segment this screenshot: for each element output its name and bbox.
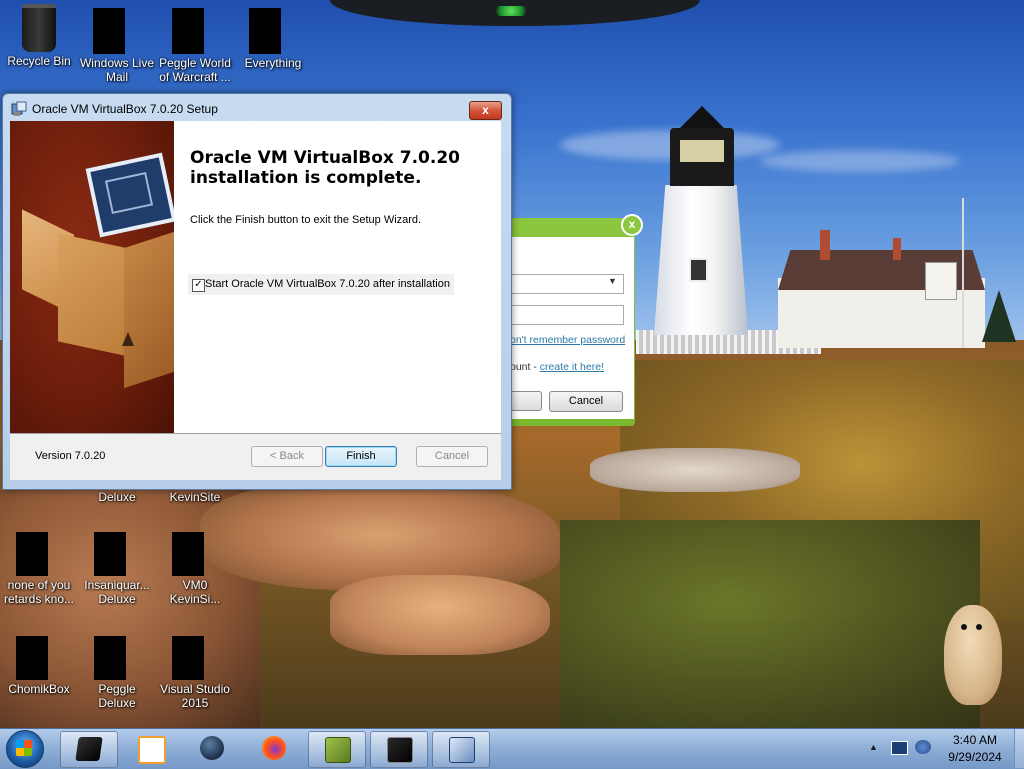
box-side — [124, 231, 174, 389]
monitor-app-icon — [387, 737, 413, 763]
cancel-button[interactable]: Cancel — [416, 446, 488, 467]
desktop-icon-label: Peggle World of Warcraft ... — [159, 56, 231, 84]
desktop-icon-label: Windows Live Mail — [79, 56, 155, 84]
lighthouse-window — [689, 258, 708, 282]
hamster-eye — [976, 624, 982, 630]
desktop-icon-label: Peggle Deluxe — [98, 682, 136, 710]
clock-time[interactable]: 3:40 AM — [940, 733, 1010, 747]
firefox-icon — [262, 736, 286, 760]
login-cancel-button[interactable]: Cancel — [549, 391, 623, 412]
hamster-desktop-pet[interactable] — [944, 605, 1002, 705]
account-select[interactable] — [510, 274, 624, 294]
recycle-bin-icon — [22, 4, 56, 52]
desktop-icon-none-of-you[interactable]: none of you retards kno... — [0, 532, 78, 606]
desktop-icon-label: Everything — [244, 56, 302, 70]
app-icon — [16, 532, 48, 576]
visual-studio-icon — [172, 636, 204, 680]
show-hidden-icons-icon[interactable]: ▲ — [869, 742, 878, 752]
media-player-icon — [138, 736, 166, 764]
close-icon[interactable]: x — [621, 214, 643, 236]
chevron-down-icon[interactable]: ▼ — [608, 276, 617, 286]
desktop-icon-label: ChomikBox — [8, 682, 70, 696]
volume-icon[interactable] — [915, 740, 931, 754]
hamster-eye — [961, 624, 967, 630]
windows-live-mail-icon — [93, 8, 125, 54]
wallpaper-cloud — [760, 150, 960, 172]
desktop-icon-label: Deluxe — [98, 490, 136, 504]
network-icon[interactable] — [891, 741, 908, 755]
setup-heading: Oracle VM VirtualBox 7.0.20 installation… — [190, 148, 460, 188]
wallpaper-flagpole — [962, 198, 964, 348]
desktop-icon-label: KevinSite — [169, 490, 221, 504]
start-after-install-label[interactable]: Start Oracle VM VirtualBox 7.0.20 after … — [205, 278, 450, 290]
desktop-icon-label: Visual Studio 2015 — [160, 682, 230, 710]
up-arrow-icon — [122, 332, 134, 346]
windows-logo-icon — [16, 740, 32, 756]
desktop-icon-recycle-bin[interactable]: Recycle Bin — [0, 4, 78, 68]
desktop-icon-visual-studio[interactable]: Visual Studio 2015 — [156, 636, 234, 710]
globe-icon — [200, 736, 224, 760]
wallpaper-chimney — [820, 230, 830, 260]
peggle-wow-icon — [172, 8, 204, 54]
taskbar-item-chomikbox[interactable] — [308, 731, 366, 768]
desktop-icon-label: Recycle Bin — [7, 54, 71, 68]
installer-icon — [449, 737, 475, 763]
forgot-password-link[interactable]: on't remember password — [510, 334, 628, 346]
clock-date[interactable]: 9/29/2024 — [940, 750, 1010, 764]
wallpaper-rocks — [200, 480, 560, 590]
desktop-icon-label: VM0 KevinSi... — [169, 578, 221, 606]
taskbar-item-globe[interactable] — [184, 731, 240, 766]
desktop-icon-vm0-kevinsite[interactable]: VM0 KevinSi... — [156, 532, 234, 606]
password-field[interactable] — [510, 305, 624, 325]
installer-icon — [11, 101, 27, 117]
taskbar-item-firefox[interactable] — [246, 731, 302, 766]
desktop-icon-windows-live-mail[interactable]: Windows Live Mail — [78, 8, 156, 84]
everything-icon — [249, 8, 281, 54]
create-account-link[interactable]: create it here! — [540, 361, 604, 373]
wallpaper-rocks — [590, 448, 800, 492]
chomikbox-icon — [325, 737, 351, 763]
lighthouse-lamp-glass — [680, 140, 724, 162]
taskbar-item-installer[interactable] — [432, 731, 490, 768]
desktop-icon-label: none of you retards kno... — [3, 578, 75, 606]
wallpaper-chimney — [893, 238, 901, 260]
chomikbox-icon — [16, 636, 48, 680]
wallpaper-grass — [560, 520, 980, 728]
vm-icon — [172, 532, 204, 576]
back-button[interactable]: < Back — [251, 446, 323, 467]
dark-app-icon — [75, 737, 103, 761]
taskbar-item-media-player[interactable] — [122, 731, 178, 766]
close-button[interactable]: x — [469, 101, 502, 120]
setup-description: Click the Finish button to exit the Setu… — [190, 214, 422, 226]
taskbar-item-dark-app[interactable] — [60, 731, 118, 768]
create-account-text: ount - create it here! — [510, 361, 630, 373]
desktop-icon-kevinsite[interactable]: KevinSite — [156, 490, 234, 504]
desktop-icon-peggle-wow[interactable]: Peggle World of Warcraft ... — [156, 8, 234, 84]
desktop-icon-peggle-deluxe[interactable]: Peggle Deluxe — [78, 636, 156, 710]
insaniquarium-icon — [94, 532, 126, 576]
show-desktop-button[interactable] — [1014, 729, 1024, 768]
desktop-icon-chomikbox[interactable]: ChomikBox — [0, 636, 78, 696]
login-button[interactable] — [510, 391, 542, 411]
start-after-install-checkbox[interactable]: ✓ — [192, 279, 205, 292]
gadget-indicator-icon — [496, 6, 526, 16]
peggle-deluxe-icon — [94, 636, 126, 680]
desktop-icon-insaniquarium[interactable]: Insaniquar... Deluxe — [78, 532, 156, 606]
wallpaper-dormer — [925, 262, 957, 300]
desktop-icon-deluxe[interactable]: Deluxe — [78, 490, 156, 504]
divider — [10, 433, 501, 434]
desktop-icon-everything[interactable]: Everything — [234, 8, 312, 70]
window-title: Oracle VM VirtualBox 7.0.20 Setup — [32, 102, 218, 116]
wallpaper-rocks — [330, 575, 550, 655]
version-label: Version 7.0.20 — [35, 450, 106, 462]
taskbar-item-monitor-app[interactable] — [370, 731, 428, 768]
desktop-icon-label: Insaniquar... Deluxe — [84, 578, 150, 606]
create-account-prefix: ount - — [510, 361, 540, 373]
finish-button[interactable]: Finish — [325, 446, 397, 467]
